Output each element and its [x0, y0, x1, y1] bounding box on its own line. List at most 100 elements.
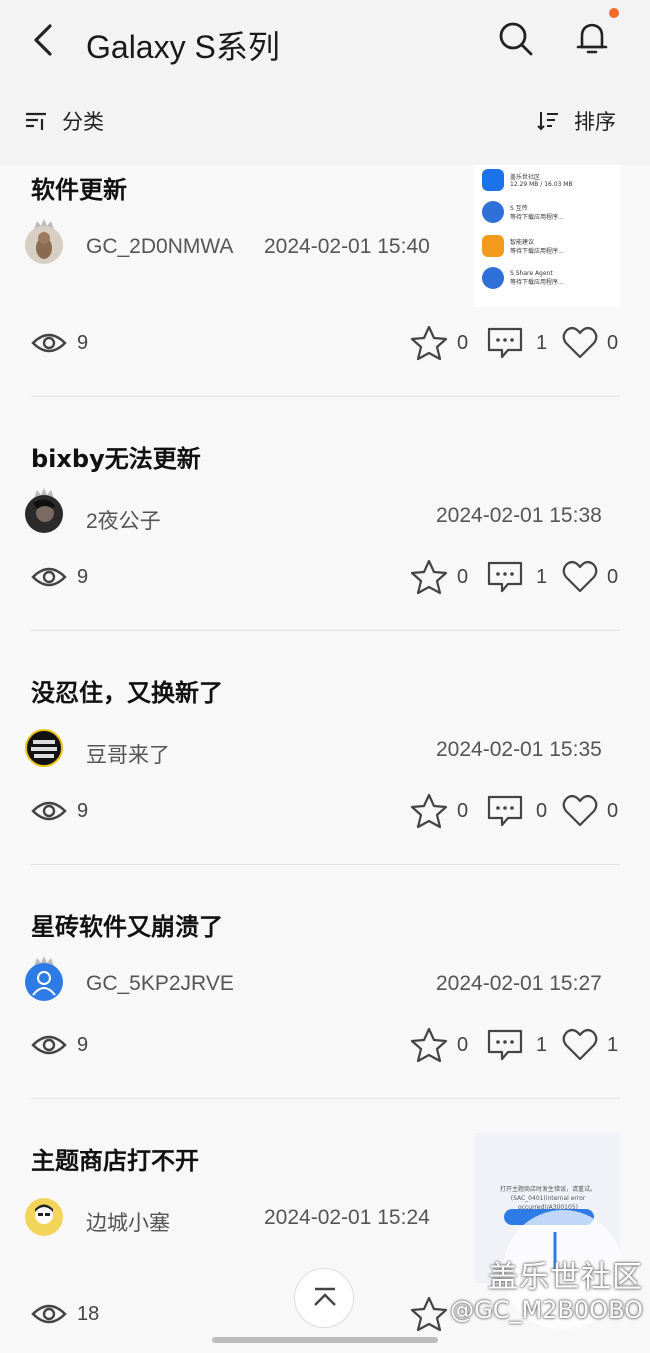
like-button[interactable]: 1 — [561, 1028, 618, 1062]
favorite-button[interactable]: 0 — [410, 1027, 468, 1063]
heart-icon — [562, 326, 598, 359]
thumbnail-item: S 互传等待下载应用程序... — [482, 201, 564, 223]
favorite-count: 0 — [457, 1033, 469, 1056]
post-date: 2024-02-01 15:40 — [264, 235, 430, 258]
filter-button[interactable]: 分类 — [24, 106, 104, 136]
star-icon — [410, 793, 448, 829]
app-icon — [482, 235, 504, 257]
sort-icon — [537, 112, 558, 131]
thumbnail-item: S Share Agent 等待下载应用程序... — [482, 267, 564, 289]
view-count-value: 9 — [77, 1033, 89, 1056]
heart-icon — [562, 794, 598, 827]
favorite-count: 0 — [457, 565, 469, 588]
home-indicator[interactable] — [212, 1337, 438, 1343]
scroll-to-top-button[interactable] — [294, 1268, 354, 1328]
view-count: 9 — [31, 797, 88, 825]
avatar[interactable] — [25, 963, 63, 1001]
eye-icon — [31, 1035, 67, 1055]
comment-count: 1 — [536, 1033, 548, 1056]
post-thumbnail[interactable]: 盖乐世社区 12.29 MB / 16.03 MB S 互传等待下载应用程序...… — [474, 165, 620, 307]
comment-icon — [487, 561, 523, 593]
thumbnail-app-name: 盖乐世社区 — [510, 174, 541, 181]
avatar[interactable] — [25, 1198, 63, 1236]
view-count-value: 9 — [77, 565, 89, 588]
page-title: Galaxy S系列 — [86, 29, 280, 65]
star-icon — [410, 1027, 448, 1063]
post-title: 没忍住，又换新了 — [31, 679, 223, 707]
author-name[interactable]: 2夜公子 — [86, 505, 161, 535]
favorite-button[interactable]: 0 — [410, 559, 468, 595]
eye-icon — [31, 1304, 67, 1324]
comment-icon — [487, 1029, 523, 1061]
comment-button[interactable]: 0 — [486, 794, 547, 828]
author-name[interactable]: GC_5KP2JRVE — [86, 972, 234, 996]
comment-count: 1 — [536, 331, 548, 354]
author-name[interactable]: GC_2D0NMWA — [86, 235, 233, 259]
comment-count: 0 — [536, 799, 548, 822]
like-count: 0 — [607, 565, 619, 588]
back-arrow-icon[interactable] — [28, 22, 60, 58]
comment-icon — [487, 327, 523, 359]
view-count: 9 — [31, 329, 88, 357]
post-date: 2024-02-01 15:35 — [436, 738, 602, 761]
divider — [31, 864, 620, 865]
notification-bell-icon[interactable] — [572, 18, 612, 58]
like-button[interactable]: 0 — [561, 560, 618, 594]
divider — [31, 1098, 620, 1099]
divider — [31, 630, 620, 631]
like-count: 0 — [607, 799, 619, 822]
watermark-user: @GC_M2B0OBO — [450, 1296, 643, 1324]
like-count: 1 — [607, 1033, 619, 1056]
view-count-value: 9 — [77, 331, 89, 354]
thumbnail-app-name: S 互传 — [510, 205, 528, 212]
like-button[interactable]: 0 — [561, 794, 618, 828]
watermark: 盖乐世社区 @GC_M2B0OBO — [418, 1252, 643, 1324]
sort-button[interactable]: 排序 — [536, 106, 616, 136]
favorite-count: 0 — [457, 331, 469, 354]
sort-label: 排序 — [574, 110, 616, 134]
favorite-button[interactable]: 0 — [410, 325, 468, 361]
author-name[interactable]: 边城小塞 — [86, 1207, 170, 1237]
scroll-up-icon — [314, 1287, 336, 1306]
post-title: 星砖软件又崩溃了 — [31, 913, 223, 941]
avatar[interactable] — [25, 729, 63, 767]
author-name[interactable]: 豆哥来了 — [86, 739, 170, 769]
notification-badge — [609, 8, 619, 18]
comment-icon — [487, 795, 523, 827]
thumbnail-item: 智能建议 等待下载应用程序... — [482, 235, 564, 257]
app-icon — [482, 267, 504, 289]
star-icon — [410, 325, 448, 361]
like-button[interactable]: 0 — [561, 326, 618, 360]
post-title: 软件更新 — [31, 176, 127, 204]
avatar[interactable] — [25, 495, 63, 533]
thumbnail-app-status: 12.29 MB / 16.03 MB — [510, 181, 573, 188]
post-date: 2024-02-01 15:27 — [436, 972, 602, 995]
comment-button[interactable]: 1 — [486, 1028, 547, 1062]
watermark-brand: 盖乐世社区 — [488, 1260, 643, 1295]
comment-button[interactable]: 1 — [486, 326, 547, 360]
avatar[interactable] — [25, 226, 63, 264]
comment-count: 1 — [536, 565, 548, 588]
post-date: 2024-02-01 15:38 — [436, 504, 602, 527]
post-title: bixby无法更新 — [31, 445, 201, 473]
thumbnail-item: 盖乐世社区 12.29 MB / 16.03 MB — [482, 169, 573, 191]
view-count-value: 9 — [77, 799, 89, 822]
eye-icon — [31, 567, 67, 587]
thumbnail-app-status: 等待下载应用程序... — [510, 279, 564, 286]
favorite-button[interactable]: 0 — [410, 793, 468, 829]
filter-label: 分类 — [62, 110, 104, 134]
view-count: 9 — [31, 563, 88, 591]
thumbnail-app-status: 等待下载应用程序... — [510, 214, 564, 221]
app-icon — [482, 169, 504, 191]
thumbnail-app-status: 等待下载应用程序... — [510, 248, 564, 255]
search-icon[interactable] — [497, 20, 535, 58]
favorite-count: 0 — [457, 799, 469, 822]
thumbnail-app-name: S Share Agent — [510, 270, 553, 277]
heart-icon — [562, 560, 598, 593]
eye-icon — [31, 333, 67, 353]
post-title: 主题商店打不开 — [31, 1147, 199, 1175]
view-count: 18 — [31, 1300, 99, 1328]
filter-icon — [26, 112, 46, 130]
view-count-value: 18 — [77, 1302, 100, 1325]
comment-button[interactable]: 1 — [486, 560, 547, 594]
